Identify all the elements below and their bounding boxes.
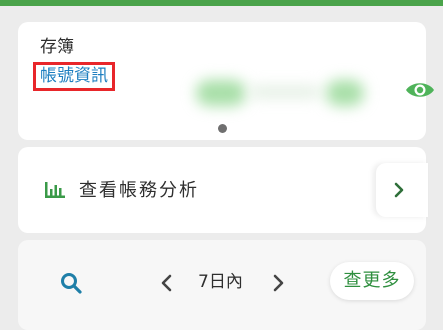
passbook-card: 存簿 帳號資訊 [18,22,434,140]
view-more-button[interactable]: 查更多 [330,262,414,300]
eye-icon[interactable] [404,80,436,100]
analysis-arrow-button[interactable] [376,163,428,217]
page-indicator-dot [218,124,227,133]
search-icon[interactable] [60,272,82,294]
date-range-label: 7日內 [198,272,243,292]
analysis-card[interactable]: 查看帳務分析 [18,147,428,233]
chevron-right-icon [394,182,404,198]
masked-balance [326,80,364,106]
top-bar [0,0,443,6]
chevron-right-icon[interactable] [269,273,287,293]
masked-balance [250,86,320,98]
passbook-title: 存簿 [40,37,74,57]
bar-chart-icon [44,181,66,199]
masked-balance [196,80,246,106]
filter-card: 7日內 查更多 [18,240,426,330]
account-info-link[interactable]: 帳號資訊 [33,62,115,91]
analysis-label: 查看帳務分析 [79,180,199,201]
chevron-left-icon[interactable] [158,273,176,293]
